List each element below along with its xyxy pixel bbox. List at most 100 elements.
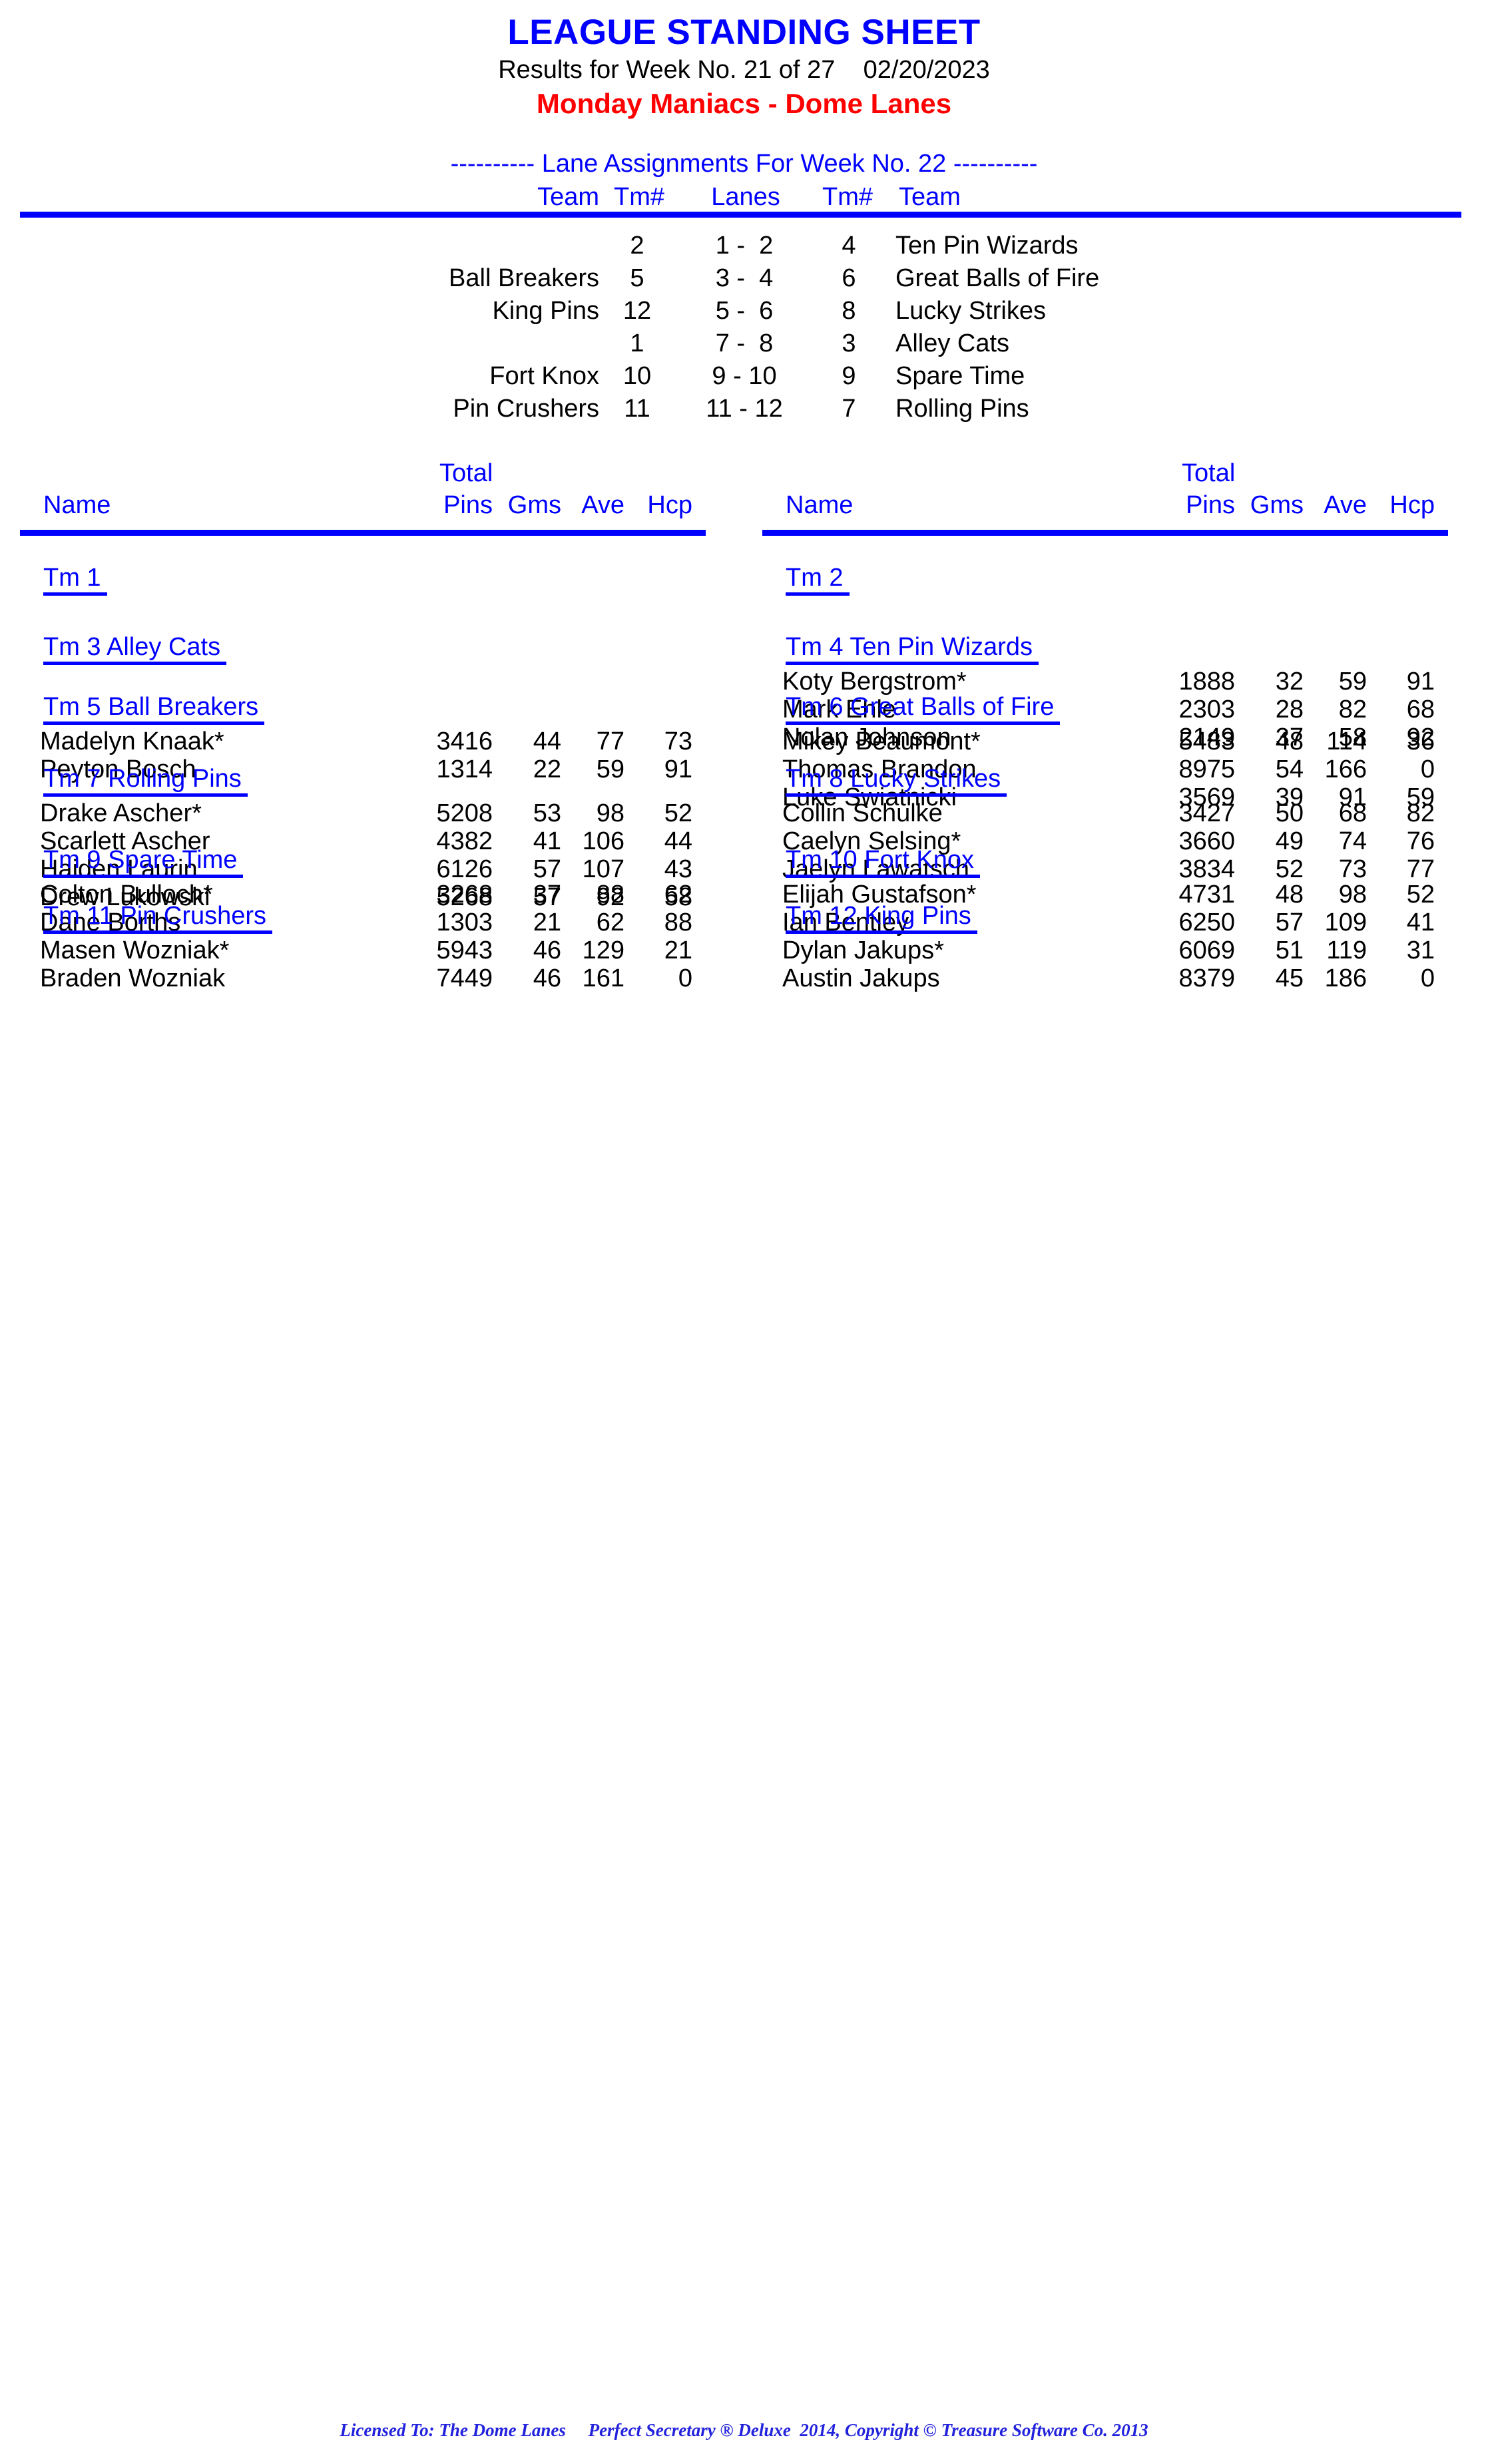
team-title-row: Tm 5 Ball Breakers — [20, 693, 726, 727]
lane-assignments-section: ---------- Lane Assignments For Week No.… — [0, 148, 1488, 214]
team-title-row: Tm 4 Ten Pin Wizards — [762, 633, 1468, 668]
player-gms: 51 — [1275, 936, 1304, 964]
lane-assignment-row: 2 1 - 2 4 Ten Pin Wizards — [0, 232, 1488, 264]
lane-assignment-row: King Pins 12 5 - 6 8 Lucky Strikes — [0, 297, 1488, 329]
player-gms: 45 — [1275, 964, 1304, 992]
left-header-hcp: Hcp — [647, 491, 692, 519]
right-header-gms: Gms — [1250, 491, 1304, 519]
player-row: Mikey Beaumont* 5483 48 114 36 — [762, 727, 1468, 755]
lane-row-tmnum-left: 12 — [622, 297, 652, 325]
lane-assignments-column-headers: Team Tm# Lanes Tm# Team — [0, 183, 1488, 214]
lane-assignments-divider — [20, 212, 1461, 218]
player-pins: 5943 — [436, 936, 493, 964]
team-title-link[interactable]: Tm 3 Alley Cats — [43, 633, 227, 666]
league-name-line: Monday Maniacs - Dome Lanes — [536, 87, 952, 119]
player-row: Austin Jakups 8379 45 186 0 — [762, 964, 1468, 992]
right-header-divider — [762, 530, 1448, 536]
sheet-header: LEAGUE STANDING SHEET Results for Week N… — [0, 13, 1488, 120]
player-name: Dylan Jakups* — [782, 936, 944, 964]
player-gms: 48 — [1275, 727, 1304, 755]
team-block: Tm 2 — [762, 564, 1468, 598]
lane-col-team-left: Team — [537, 183, 599, 212]
team-title-link[interactable]: Tm 2 — [786, 564, 850, 596]
player-ave: 129 — [582, 936, 624, 964]
team-title-row: Tm 3 Alley Cats — [20, 633, 726, 668]
right-header-name: Name — [786, 491, 854, 519]
lane-col-lanes: Lanes — [711, 183, 780, 212]
player-pins: 8379 — [1178, 964, 1235, 992]
lane-row-tmnum-left: 2 — [630, 232, 644, 260]
team-title-row: Tm 8 Lucky Strikes — [762, 765, 1468, 799]
player-name: Drake Ascher* — [40, 799, 202, 827]
player-name: Koty Bergstrom* — [782, 668, 967, 696]
player-gms: 53 — [533, 799, 561, 827]
player-gms: 46 — [533, 936, 561, 964]
team-title-link[interactable]: Tm 5 Ball Breakers — [43, 693, 265, 725]
player-row: Braden Wozniak 7449 46 161 0 — [20, 964, 726, 992]
lane-row-team-left: Ball Breakers — [449, 264, 599, 292]
lane-row-tmnum-left: 11 — [624, 395, 650, 423]
right-header-ave: Ave — [1324, 491, 1367, 519]
lane-assignment-row: Fort Knox 10 9 - 10 9 Spare Time — [0, 362, 1488, 395]
lane-col-tmnum-left: Tm# — [614, 183, 664, 212]
player-row: Madelyn Knaak* 3416 44 77 73 — [20, 727, 726, 755]
team-title-link[interactable]: Tm 4 Ten Pin Wizards — [786, 633, 1039, 666]
left-header-ave: Ave — [581, 491, 624, 519]
left-header-divider — [20, 530, 706, 536]
player-hcp: 21 — [664, 936, 692, 964]
standings-right-column: Total Name Pins Gms Ave Hcp Tm 2 Tm 4 Ten… — [762, 459, 1468, 992]
team-title-link[interactable]: Tm 9 Spare Time — [43, 846, 244, 879]
lane-row-lanes: 3 - 4 — [715, 264, 774, 292]
team-title-link[interactable]: Tm 12 King Pins — [786, 902, 977, 934]
player-ave: 161 — [582, 964, 624, 992]
player-hcp: 73 — [664, 727, 692, 755]
team-title-link[interactable]: Tm 7 Rolling Pins — [43, 765, 248, 797]
player-gms: 46 — [533, 964, 561, 992]
team-title-link[interactable]: Tm 8 Lucky Strikes — [786, 765, 1007, 797]
lane-row-team-right: Lucky Strikes — [895, 297, 1046, 325]
team-title-link[interactable]: Tm 11 Pin Crushers — [43, 902, 273, 934]
team-title-row: Tm 1 — [20, 564, 726, 598]
lane-row-tmnum-left: 10 — [622, 362, 652, 390]
left-header-gms: Gms — [507, 491, 561, 519]
player-pins: 1888 — [1178, 668, 1235, 696]
lane-col-tmnum-right: Tm# — [822, 183, 873, 212]
team-title-row: Tm 10 Fort Knox — [762, 846, 1468, 881]
player-hcp: 0 — [678, 964, 692, 992]
player-hcp: 36 — [1406, 727, 1435, 755]
player-pins: 3427 — [1178, 799, 1235, 827]
lane-row-tmnum-right: 6 — [842, 264, 856, 292]
player-pins: 3416 — [436, 727, 493, 755]
player-pins: 7449 — [436, 964, 493, 992]
player-name: Braden Wozniak — [40, 964, 226, 992]
right-header-pins: Pins — [1186, 491, 1235, 519]
player-name: Austin Jakups — [782, 964, 940, 992]
left-header-name: Name — [43, 491, 111, 519]
lane-row-lanes: 9 - 10 — [712, 362, 777, 390]
lane-row-tmnum-left: 5 — [630, 264, 644, 292]
lane-row-lanes: 5 - 6 — [715, 297, 774, 325]
player-gms: 50 — [1275, 799, 1304, 827]
standings-left-column: Total Name Pins Gms Ave Hcp Tm 1 Tm 3 All… — [20, 459, 726, 992]
page-title: LEAGUE STANDING SHEET — [507, 13, 981, 52]
team-title-link[interactable]: Tm 6 Great Balls of Fire — [786, 693, 1061, 725]
left-header-pins: Pins — [443, 491, 493, 519]
lane-row-team-right: Alley Cats — [895, 329, 1010, 357]
team-block: Tm 11 Pin Crushers Masen Wozniak* 5943 46 12… — [20, 902, 726, 992]
lane-row-tmnum-right: 3 — [842, 329, 856, 357]
lane-row-team-right: Spare Time — [895, 362, 1025, 390]
player-pins: 5483 — [1178, 727, 1235, 755]
lane-row-team-left: Pin Crushers — [453, 395, 599, 423]
lane-row-tmnum-right: 7 — [842, 395, 856, 423]
player-gms: 44 — [533, 727, 561, 755]
player-hcp: 82 — [1406, 799, 1435, 827]
team-title-link[interactable]: Tm 1 — [43, 564, 107, 596]
team-block: Tm 1 — [20, 564, 726, 598]
lane-row-lanes: 1 - 2 — [715, 232, 774, 260]
lane-row-tmnum-right: 8 — [842, 297, 856, 325]
license-footer: Licensed To: The Dome Lanes Perfect Secr… — [340, 2420, 1148, 2440]
team-title-link[interactable]: Tm 10 Fort Knox — [786, 846, 980, 879]
lane-row-team-left: Fort Knox — [489, 362, 599, 390]
player-gms: 32 — [1275, 668, 1304, 696]
lane-row-tmnum-right: 4 — [842, 232, 856, 260]
